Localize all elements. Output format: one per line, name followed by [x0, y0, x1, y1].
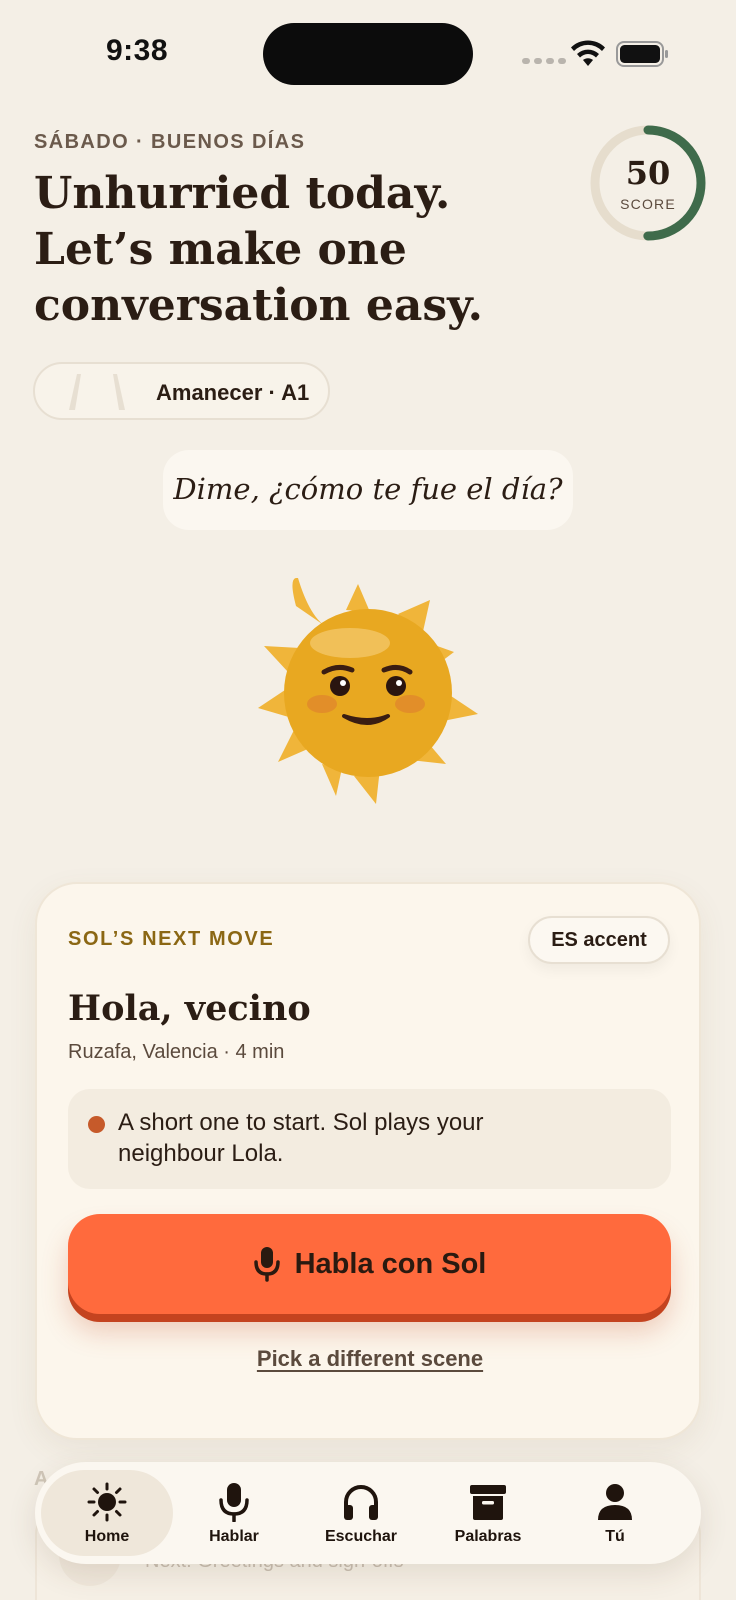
- sunrise-icon: [69, 374, 125, 410]
- microphone-icon: [219, 1483, 249, 1522]
- tab-home[interactable]: Home: [41, 1470, 173, 1556]
- score-value: 50: [625, 154, 671, 192]
- page-headline: Unhurried today. Let’s make one conversa…: [34, 168, 483, 331]
- speech-bubble-text: Dime, ¿cómo te fue el día?: [173, 472, 563, 506]
- archive-box-icon: [470, 1485, 506, 1520]
- next-move-card: SOL’S NEXT MOVE ES accent Hola, vecino R…: [35, 882, 701, 1440]
- microphone-icon: [253, 1247, 280, 1282]
- level-pill[interactable]: Amanecer · A1: [33, 362, 330, 420]
- bottom-tab-bar: Home Hablar Escuchar Palabras Tú: [35, 1462, 701, 1564]
- headphones-icon: [344, 1485, 378, 1520]
- dynamic-island: [263, 23, 473, 85]
- tab-hablar-label: Hablar: [209, 1528, 259, 1545]
- talk-with-sol-label: Habla con Sol: [294, 1247, 487, 1280]
- tab-tu-label: Tú: [605, 1528, 625, 1545]
- tab-escuchar[interactable]: Escuchar: [295, 1470, 427, 1556]
- status-time: 9:38: [106, 34, 169, 67]
- battery-icon: [616, 41, 668, 67]
- tab-escuchar-label: Escuchar: [324, 1528, 398, 1545]
- tab-tu[interactable]: Tú: [549, 1470, 681, 1556]
- sun-mascot-icon[interactable]: [258, 578, 484, 814]
- accent-label: ES accent: [551, 929, 647, 951]
- speech-bubble: Dime, ¿cómo te fue el día?: [163, 450, 573, 530]
- tab-home-label: Home: [84, 1528, 130, 1545]
- cellular-signal-icon: [522, 58, 566, 64]
- score-label: SCORE: [620, 196, 676, 212]
- scene-note-text: A short one to start. Sol plays your nei…: [118, 1109, 484, 1167]
- talk-with-sol-button[interactable]: Habla con Sol: [68, 1214, 671, 1314]
- level-label: Amanecer · A1: [156, 380, 310, 405]
- tab-hablar[interactable]: Hablar: [168, 1470, 300, 1556]
- tab-palabras-label: Palabras: [454, 1528, 522, 1545]
- person-icon: [598, 1484, 632, 1520]
- card-eyebrow: SOL’S NEXT MOVE: [68, 928, 275, 950]
- sun-icon: [87, 1482, 127, 1522]
- wifi-icon: [571, 40, 605, 66]
- day-greeting: SÁBADO · BUENOS DÍAS: [34, 131, 306, 153]
- scene-meta: Ruzafa, Valencia · 4 min: [68, 1041, 285, 1063]
- scene-title: Hola, vecino: [68, 988, 311, 1029]
- bullet-dot-icon: [88, 1116, 105, 1133]
- scene-note: A short one to start. Sol plays your nei…: [68, 1089, 671, 1189]
- accent-toggle[interactable]: ES accent: [528, 916, 670, 964]
- pick-different-scene-link[interactable]: Pick a different scene: [37, 1346, 703, 1372]
- tab-palabras[interactable]: Palabras: [422, 1470, 554, 1556]
